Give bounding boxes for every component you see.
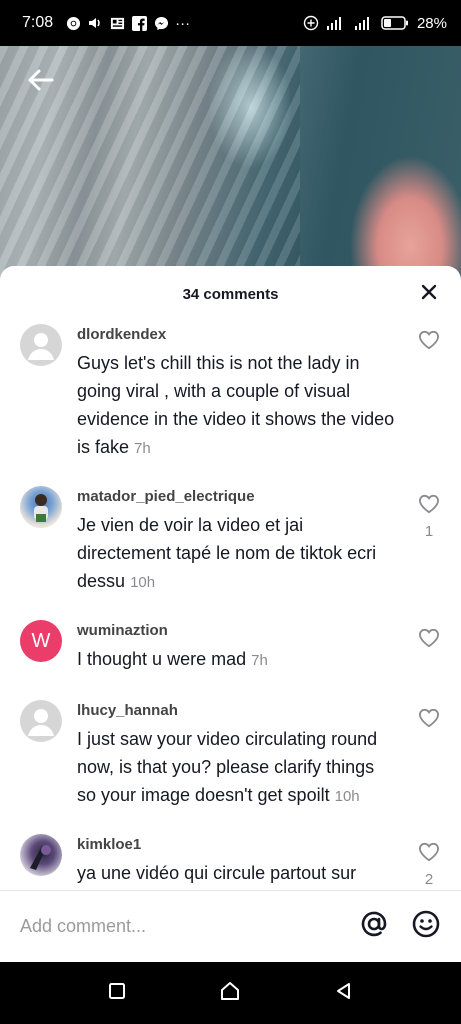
comment-text: Guys let's chill this is not the lady in… bbox=[77, 349, 395, 463]
back-nav-button[interactable] bbox=[329, 978, 359, 1008]
status-left: 7:08 ··· bbox=[22, 14, 190, 32]
avatar-letter: W bbox=[31, 629, 51, 652]
messenger-icon bbox=[153, 15, 169, 31]
add-comment-input[interactable]: Add comment... bbox=[20, 916, 359, 937]
comment-item: kimkloe1 ya une vidéo qui circule partou… bbox=[0, 834, 461, 890]
comments-header: 34 comments bbox=[0, 266, 461, 322]
comment-item: W wuminaztion I thought u were mad 7h bbox=[0, 620, 461, 700]
like-button[interactable] bbox=[417, 708, 441, 737]
add-comment-actions bbox=[359, 909, 441, 944]
comment-username[interactable]: wuminaztion bbox=[77, 622, 395, 639]
like-button[interactable] bbox=[417, 330, 441, 359]
avatar[interactable]: W bbox=[20, 620, 62, 662]
comment-body: lhucy_hannah I just saw your video circu… bbox=[77, 700, 441, 834]
volume-icon bbox=[87, 15, 103, 31]
comment-username[interactable]: kimkloe1 bbox=[77, 836, 395, 853]
comment-text: I thought u were mad 7h bbox=[77, 645, 395, 675]
comment-time: 10h bbox=[334, 788, 360, 805]
comment-text-content: I just saw your video circulating round … bbox=[77, 729, 378, 805]
video-player[interactable] bbox=[0, 46, 461, 286]
comment-username[interactable]: matador_pied_electrique bbox=[77, 488, 395, 505]
square-icon bbox=[108, 982, 126, 1005]
comment-item: matador_pied_electrique Je vien de voir … bbox=[0, 486, 461, 620]
status-bar: 7:08 ··· 28% bbox=[0, 0, 461, 46]
emoji-icon[interactable] bbox=[411, 909, 441, 944]
add-comment-bar: Add comment... bbox=[0, 890, 461, 962]
close-icon bbox=[421, 284, 437, 305]
comment-body: dlordkendex Guys let's chill this is not… bbox=[77, 324, 441, 486]
arrow-left-icon bbox=[26, 68, 54, 97]
like-count: 2 bbox=[424, 871, 434, 888]
comment-time: 7h bbox=[134, 440, 151, 457]
heart-icon bbox=[418, 494, 440, 519]
avatar[interactable] bbox=[20, 834, 62, 876]
signal-icon bbox=[325, 15, 347, 31]
signal-icon bbox=[353, 15, 375, 31]
like-button[interactable]: 2 bbox=[417, 842, 441, 888]
status-time: 7:08 bbox=[22, 14, 54, 31]
avatar[interactable] bbox=[20, 700, 62, 742]
comment-body: matador_pied_electrique Je vien de voir … bbox=[77, 486, 441, 620]
comment-text-content: Je vien de voir la video et jai directem… bbox=[77, 515, 377, 591]
comment-text: I just saw your video circulating round … bbox=[77, 725, 395, 811]
heart-icon bbox=[418, 628, 440, 653]
like-button[interactable]: 1 bbox=[417, 494, 441, 540]
status-right: 28% bbox=[303, 15, 447, 32]
triangle-back-icon bbox=[334, 981, 354, 1006]
comments-count: 34 comments bbox=[182, 285, 279, 303]
comment-time: 10h bbox=[130, 574, 156, 591]
home-button[interactable] bbox=[215, 978, 245, 1008]
facebook-icon bbox=[131, 15, 147, 31]
comment-body: kimkloe1 ya une vidéo qui circule partou… bbox=[77, 834, 441, 890]
comment-body: wuminaztion I thought u were mad 7h bbox=[77, 620, 441, 700]
comment-item: dlordkendex Guys let's chill this is not… bbox=[0, 322, 461, 486]
avatar[interactable] bbox=[20, 486, 62, 528]
comment-text: ya une vidéo qui circule partout sur bbox=[77, 859, 395, 887]
comment-time: 7h bbox=[251, 652, 268, 669]
data-saver-icon bbox=[303, 15, 319, 31]
back-button[interactable] bbox=[22, 64, 58, 100]
comment-text-content: ya une vidéo qui circule partout sur bbox=[77, 863, 357, 883]
avatar[interactable] bbox=[20, 324, 62, 366]
home-icon bbox=[219, 980, 241, 1007]
comment-item: lhucy_hannah I just saw your video circu… bbox=[0, 700, 461, 834]
system-nav-bar bbox=[0, 962, 461, 1024]
more-notifications-indicator: ··· bbox=[175, 14, 191, 32]
comments-sheet: 34 comments dlordkendex Guys let's chill… bbox=[0, 266, 461, 962]
comment-text: Je vien de voir la video et jai directem… bbox=[77, 511, 395, 597]
chrome-icon bbox=[65, 15, 81, 31]
news-icon bbox=[109, 15, 125, 31]
heart-icon bbox=[418, 330, 440, 355]
comment-username[interactable]: lhucy_hannah bbox=[77, 702, 395, 719]
comment-text-content: I thought u were mad bbox=[77, 649, 247, 669]
close-button[interactable] bbox=[417, 282, 441, 306]
recents-button[interactable] bbox=[102, 978, 132, 1008]
comment-text-content: Guys let's chill this is not the lady in… bbox=[77, 353, 395, 457]
like-count: 1 bbox=[424, 523, 434, 540]
at-sign-icon[interactable] bbox=[359, 909, 389, 944]
comment-username[interactable]: dlordkendex bbox=[77, 326, 395, 343]
comment-list[interactable]: dlordkendex Guys let's chill this is not… bbox=[0, 322, 461, 890]
like-button[interactable] bbox=[417, 628, 441, 657]
battery-percent: 28% bbox=[416, 14, 447, 32]
heart-icon bbox=[418, 842, 440, 867]
battery-icon bbox=[381, 15, 409, 31]
heart-icon bbox=[418, 708, 440, 733]
